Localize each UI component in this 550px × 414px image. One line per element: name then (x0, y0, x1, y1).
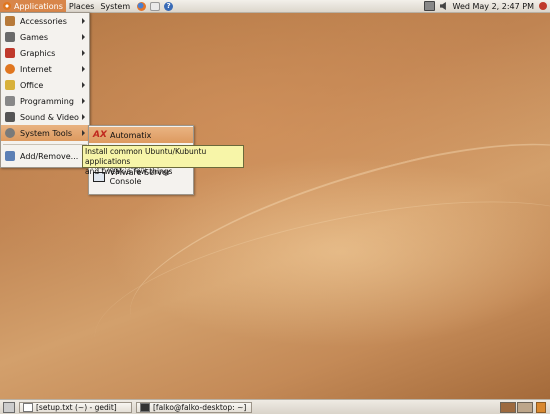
menu-separator (3, 144, 87, 145)
submenu-arrow-icon (82, 18, 85, 24)
submenu-arrow-icon (82, 82, 85, 88)
menu-item-label: Automatix (110, 130, 152, 140)
menu-item-label: Programming (20, 96, 74, 106)
tooltip: Install common Ubuntu/Kubuntu applicatio… (82, 145, 244, 176)
bottom-panel: [setup.txt (~) - gedit] [falko@falko-des… (0, 399, 550, 414)
submenu-arrow-icon (82, 98, 85, 104)
menu-item-label: Sound & Video (20, 112, 79, 122)
menu-item-sound-video[interactable]: Sound & Video (1, 109, 89, 125)
tooltip-line: and tweak a few things (85, 167, 173, 176)
submenu-arrow-icon (82, 50, 85, 56)
tooltip-line: Install common Ubuntu/Kubuntu applicatio… (85, 147, 207, 166)
mail-icon[interactable] (150, 1, 161, 11)
automatix-icon: AX (93, 130, 107, 140)
menu-item-programming[interactable]: Programming (1, 93, 89, 109)
workspace-1[interactable] (500, 401, 516, 413)
menu-item-label: Games (20, 32, 48, 42)
display-icon[interactable] (423, 1, 435, 11)
taskbar-button-terminal[interactable]: [falko@falko-desktop: ~] (136, 401, 252, 413)
ubuntu-logo-icon (3, 2, 11, 10)
help-icon[interactable]: ? (164, 1, 174, 11)
menu-item-label: Office (20, 80, 44, 90)
menu-item-graphics[interactable]: Graphics (1, 45, 89, 61)
menu-item-automatix[interactable]: AX Automatix (89, 127, 193, 143)
show-desktop-icon[interactable] (3, 401, 15, 413)
clock[interactable]: Wed May 2, 2:47 PM (453, 2, 534, 11)
internet-icon (5, 64, 15, 74)
menu-item-games[interactable]: Games (1, 29, 89, 45)
menu-item-label: Graphics (20, 48, 56, 58)
menu-item-label: System Tools (20, 128, 73, 138)
taskbar-button-label: [falko@falko-desktop: ~] (153, 402, 247, 412)
submenu-arrow-icon (82, 34, 85, 40)
system-menu[interactable]: System (97, 0, 133, 12)
submenu-arrow-icon (82, 114, 85, 120)
submenu-arrow-icon (82, 66, 85, 72)
graphics-icon (5, 48, 15, 58)
menu-item-system-tools[interactable]: System Tools (1, 125, 89, 141)
system-tools-icon (5, 128, 15, 138)
taskbar-button-gedit[interactable]: [setup.txt (~) - gedit] (19, 401, 132, 413)
system-menu-label: System (100, 1, 131, 11)
menu-item-label: Internet (20, 64, 52, 74)
places-menu-label: Places (68, 1, 95, 11)
programming-icon (5, 96, 15, 106)
places-menu[interactable]: Places (66, 0, 97, 12)
sound-video-icon (5, 112, 15, 122)
text-editor-icon (23, 402, 33, 412)
menu-item-label: Accessories (20, 16, 67, 26)
submenu-arrow-icon (82, 130, 85, 136)
firefox-icon[interactable] (137, 1, 147, 11)
applications-menu-label: Applications (14, 1, 63, 11)
power-icon[interactable] (539, 2, 547, 10)
volume-icon[interactable] (439, 2, 446, 10)
add-remove-icon (5, 151, 15, 161)
menu-item-internet[interactable]: Internet (1, 61, 89, 77)
workspace-switcher (499, 401, 533, 413)
menu-item-office[interactable]: Office (1, 77, 89, 93)
applications-menu[interactable]: Applications (0, 0, 66, 12)
applications-dropdown: Accessories Games Graphics Internet Offi… (0, 12, 90, 168)
accessories-icon (5, 16, 15, 26)
office-icon (5, 80, 15, 90)
menu-item-label: Add/Remove... (20, 151, 79, 161)
workspace-2[interactable] (517, 401, 533, 413)
taskbar-button-label: [setup.txt (~) - gedit] (36, 402, 117, 412)
menu-item-accessories[interactable]: Accessories (1, 13, 89, 29)
trash-icon[interactable] (536, 401, 546, 413)
games-icon (5, 32, 15, 42)
menu-item-add-remove[interactable]: Add/Remove... (1, 148, 89, 164)
terminal-icon (140, 402, 150, 412)
